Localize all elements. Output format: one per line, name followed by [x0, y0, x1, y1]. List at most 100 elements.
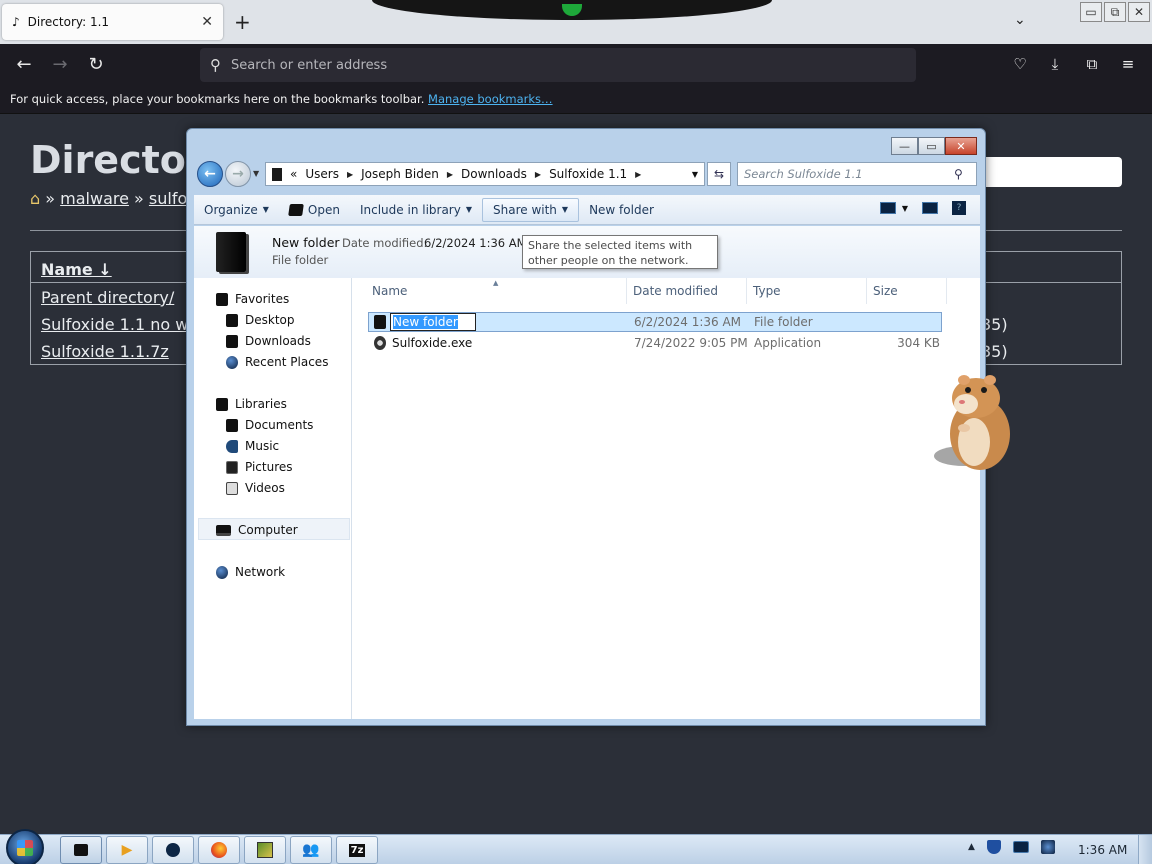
tray-expand-icon[interactable]: ▲ — [968, 842, 975, 852]
browser-nav-bar: ← → ↻ ⚲ ♡ ⤓ ⧉ ≡ — [0, 44, 1152, 86]
back-arrow-icon[interactable]: ← — [12, 54, 36, 75]
address-dropdown-icon[interactable]: ▼ — [692, 170, 698, 179]
search-icon[interactable]: ⚲ — [954, 167, 963, 181]
nav-item-videos[interactable]: Videos — [226, 481, 285, 495]
address-bar[interactable]: « Users ▶ Joseph Biden ▶ Downloads ▶ Sul… — [265, 162, 705, 186]
back-button[interactable]: ← — [197, 161, 223, 187]
recent-pages-chevron-icon[interactable]: ▼ — [253, 169, 259, 178]
libraries-icon — [216, 397, 228, 411]
taskbar-explorer-button[interactable] — [60, 836, 102, 864]
documents-icon — [226, 418, 238, 432]
address-crumb-sulfoxide[interactable]: Sulfoxide 1.1 — [549, 167, 627, 181]
breadcrumb-link-malware[interactable]: malware — [60, 189, 129, 208]
change-view-icon[interactable] — [879, 202, 896, 214]
nav-item-documents[interactable]: Documents — [226, 418, 313, 432]
taskbar-users-button[interactable]: 👥 — [290, 836, 332, 864]
table-row[interactable]: Sulfoxide 1.1.7z — [41, 342, 169, 361]
crumb-chevron-icon[interactable]: ▶ — [535, 170, 541, 179]
nav-item-recent-places[interactable]: Recent Places — [226, 355, 328, 369]
nav-item-network[interactable]: Network — [216, 565, 285, 579]
nav-item-downloads[interactable]: Downloads — [226, 334, 311, 348]
taskbar-7zip-button[interactable]: 7z — [336, 836, 378, 864]
open-button[interactable]: Open — [279, 198, 350, 222]
crumb-chevron-icon[interactable]: ▶ — [447, 170, 453, 179]
explorer-close-button[interactable]: ✕ — [945, 137, 977, 155]
help-icon[interactable]: ? — [952, 201, 966, 215]
forward-button[interactable]: → — [225, 161, 251, 187]
organize-button[interactable]: Organize ▼ — [194, 198, 279, 222]
volume-icon[interactable] — [1040, 840, 1055, 854]
nav-item-desktop[interactable]: Desktop — [226, 313, 295, 327]
manage-bookmarks-link[interactable]: Manage bookmarks… — [428, 92, 553, 106]
extensions-icon[interactable]: ⧉ — [1081, 55, 1103, 73]
reload-icon[interactable]: ↻ — [84, 54, 108, 75]
chevron-down-icon[interactable]: ▼ — [902, 204, 908, 213]
taskbar-firefox-button[interactable] — [198, 836, 240, 864]
file-type: Application — [754, 336, 822, 350]
new-folder-button[interactable]: New folder — [579, 198, 664, 222]
taskbar-game-button[interactable] — [244, 836, 286, 864]
address-crumb-users[interactable]: Users — [305, 167, 339, 181]
nav-label: Recent Places — [245, 355, 329, 369]
system-tray: ▲ — [968, 840, 1055, 854]
address-crumb-downloads[interactable]: Downloads — [461, 167, 527, 181]
url-bar[interactable]: ⚲ — [200, 48, 916, 82]
taskbar-clock[interactable]: 1:36 AM — [1078, 843, 1127, 857]
nav-item-music[interactable]: Music — [226, 439, 279, 453]
home-icon[interactable]: ⌂ — [30, 189, 40, 208]
name-column-header[interactable]: Name ↓ — [41, 260, 112, 279]
explorer-maximize-button[interactable]: ▭ — [918, 137, 945, 155]
start-button-icon[interactable] — [6, 829, 44, 864]
forward-arrow-icon[interactable]: → — [48, 54, 72, 75]
pocket-icon[interactable]: ♡ — [1009, 55, 1031, 73]
column-separator[interactable] — [946, 278, 947, 304]
menu-icon[interactable]: ≡ — [1117, 55, 1139, 73]
nav-label: Network — [235, 565, 286, 579]
nav-item-libraries[interactable]: Libraries — [216, 397, 287, 411]
column-separator[interactable] — [626, 278, 627, 304]
file-date: 6/2/2024 1:36 AM — [634, 315, 742, 329]
restore-button[interactable]: ⧉ — [1104, 2, 1126, 22]
column-separator[interactable] — [746, 278, 747, 304]
explorer-minimize-button[interactable]: — — [891, 137, 918, 155]
taskbar-media-player-button[interactable]: ▶ — [106, 836, 148, 864]
nav-item-computer[interactable]: Computer — [216, 523, 298, 537]
table-row[interactable]: Sulfoxide 1.1 no wir — [41, 315, 199, 334]
downloads-icon[interactable]: ⤓ — [1044, 55, 1066, 73]
close-button[interactable]: ✕ — [1128, 2, 1150, 22]
minimize-button[interactable]: ▭ — [1080, 2, 1102, 22]
browser-tab[interactable]: ♪ Directory: 1.1 ✕ — [2, 4, 223, 40]
explorer-caption-buttons: — ▭ ✕ — [891, 137, 977, 155]
address-input[interactable] — [231, 57, 831, 73]
address-crumb-user[interactable]: Joseph Biden — [361, 167, 439, 181]
taskbar-app-button[interactable] — [152, 836, 194, 864]
crumb-chevron-icon[interactable]: ▶ — [347, 170, 353, 179]
column-header-name[interactable]: Name — [372, 284, 407, 298]
explorer-search-input[interactable] — [744, 167, 954, 181]
table-row[interactable]: Parent directory/ — [41, 288, 174, 307]
include-in-library-button[interactable]: Include in library ▼ — [350, 198, 482, 222]
rename-field[interactable]: New folder — [390, 313, 476, 331]
tab-close-icon[interactable]: ✕ — [201, 14, 213, 30]
column-header-date-modified[interactable]: Date modified — [633, 284, 718, 298]
column-separator[interactable] — [866, 278, 867, 304]
hamster-mascot[interactable] — [934, 372, 1018, 476]
network-icon[interactable] — [1012, 841, 1029, 853]
nav-item-pictures[interactable]: Pictures — [226, 460, 293, 474]
column-header-type[interactable]: Type — [753, 284, 781, 298]
table-row[interactable]: New folder 6/2/2024 1:36 AM File folder — [372, 312, 942, 332]
list-all-tabs-button[interactable]: ⌄ — [1014, 12, 1026, 28]
table-row[interactable]: Sulfoxide.exe 7/24/2022 9:05 PM Applicat… — [372, 333, 942, 353]
nav-label: Desktop — [245, 313, 295, 327]
new-tab-button[interactable]: + — [234, 10, 251, 34]
explorer-search-box[interactable]: ⚲ — [737, 162, 977, 186]
crumb-chevron-icon[interactable]: ▶ — [635, 170, 641, 179]
share-with-button[interactable]: Share with ▼ — [482, 197, 580, 222]
security-shield-icon[interactable] — [986, 840, 1001, 854]
show-desktop-button[interactable] — [1138, 835, 1152, 864]
column-header-size[interactable]: Size — [873, 284, 898, 298]
preview-pane-icon[interactable] — [922, 202, 938, 214]
refresh-icon[interactable]: ⇆ — [707, 162, 731, 186]
nav-item-favorites[interactable]: Favorites — [216, 292, 289, 306]
address-overflow[interactable]: « — [290, 167, 297, 181]
